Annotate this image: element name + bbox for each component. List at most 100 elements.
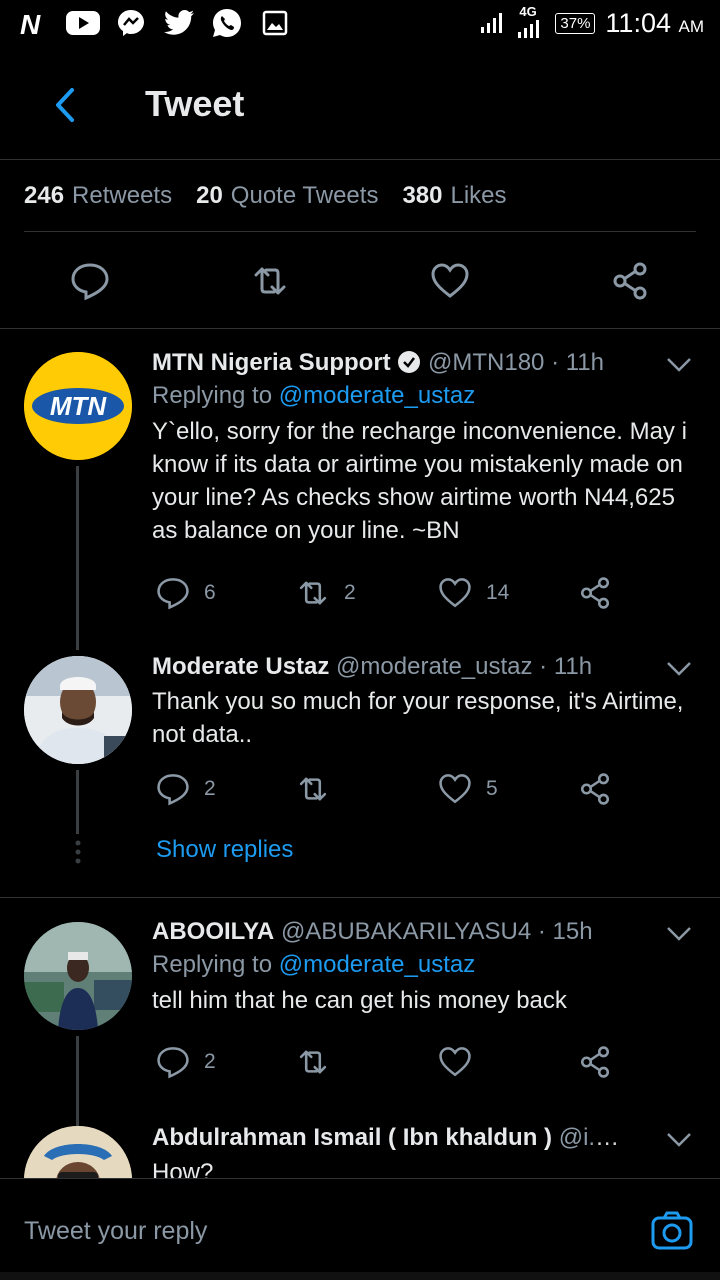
like-button[interactable]: 5	[438, 772, 498, 806]
thread-line	[76, 466, 79, 650]
reply-button[interactable]	[70, 261, 110, 301]
handle-timestamp: @moderate_ustaz · 11h	[336, 653, 593, 680]
heart-icon	[439, 774, 471, 804]
avatar[interactable]: MTN	[24, 352, 132, 460]
profile-photo	[24, 656, 132, 764]
tweet-stats: 246 Retweets 20 Quote Tweets 380 Likes	[24, 160, 696, 232]
chevron-down-icon[interactable]	[666, 1131, 692, 1149]
share-button[interactable]	[610, 261, 650, 301]
share-icon	[613, 262, 647, 300]
display-name[interactable]: ABOOILYA	[152, 918, 274, 945]
reply-count: 2	[204, 1050, 216, 1073]
replying-to: Replying to @moderate_ustaz	[152, 951, 476, 978]
reply-action-bar: 6 2 14	[152, 576, 632, 612]
retweet-button[interactable]	[296, 1045, 330, 1079]
retweet-button[interactable]: 2	[296, 576, 356, 610]
display-name[interactable]: Moderate Ustaz	[152, 653, 329, 680]
tweet-text: Thank you so much for your response, it'…	[152, 688, 684, 748]
handle-timestamp: @ABUBAKARILYASU4 · 15h	[280, 918, 593, 945]
retweet-button[interactable]	[296, 772, 344, 806]
thread-line	[76, 1036, 79, 1126]
retweets-stat[interactable]: 246 Retweets	[24, 182, 172, 210]
handle-timestamp: @i... · 3h	[558, 1124, 622, 1151]
tweet-text: Y`ello, sorry for the recharge inconveni…	[152, 418, 687, 544]
likes-stat[interactable]: 380 Likes	[402, 182, 506, 210]
reply-icon	[71, 263, 109, 301]
heart-icon	[439, 578, 471, 608]
retweet-count: 2	[344, 581, 356, 604]
reply-button[interactable]: 2	[156, 1045, 216, 1079]
svg-text:MTN: MTN	[50, 391, 108, 421]
like-button[interactable]	[438, 1045, 472, 1079]
chevron-down-icon[interactable]	[666, 925, 692, 943]
like-count: 14	[486, 581, 510, 604]
retweet-button[interactable]	[250, 261, 290, 301]
tweet-text: tell him that he can get his money back	[152, 987, 567, 1014]
chevron-down-icon[interactable]	[666, 660, 692, 678]
network-4g-indicator: 4G	[515, 4, 545, 40]
netflix-icon: N	[18, 8, 52, 38]
retweet-icon	[254, 267, 286, 295]
profile-photo	[24, 922, 132, 1030]
reply-icon	[157, 1047, 189, 1079]
reply-tweet[interactable]: Moderate Ustaz @moderate_ustaz · 11h Tha…	[152, 651, 697, 751]
like-button[interactable]	[430, 261, 470, 301]
share-button[interactable]	[578, 772, 612, 806]
battery-indicator: 37%	[555, 12, 596, 34]
handle-timestamp: @MTN180 · 11h	[428, 349, 604, 376]
mtn-logo: MTN	[24, 352, 132, 460]
camera-button[interactable]	[650, 1209, 694, 1253]
twitter-bird-icon	[162, 8, 196, 38]
page-title: Tweet	[145, 83, 245, 124]
share-icon	[580, 773, 610, 805]
reply-action-bar: 2	[152, 1045, 632, 1081]
display-name[interactable]: Abdulrahman Ismail ( Ibn khaldun )	[152, 1124, 552, 1151]
reply-count: 2	[204, 777, 216, 800]
back-button[interactable]	[48, 85, 82, 125]
reply-input[interactable]: Tweet your reply	[24, 1217, 207, 1246]
reply-composer[interactable]: Tweet your reply	[0, 1178, 720, 1280]
verified-badge-icon	[398, 351, 421, 373]
chevron-left-icon	[56, 88, 74, 122]
share-icon	[580, 577, 610, 609]
display-name[interactable]: MTN Nigeria Support	[152, 349, 391, 376]
top-app-bar: Tweet	[0, 55, 720, 160]
reply-action-bar: 2 5	[152, 772, 632, 808]
thread-dots-icon	[75, 840, 81, 864]
gallery-icon	[258, 8, 292, 38]
mention-link[interactable]: @moderate_ustaz	[279, 382, 475, 409]
heart-icon	[439, 1047, 471, 1077]
retweet-icon	[299, 777, 327, 801]
heart-icon	[431, 263, 469, 298]
clock: 11:04 AM	[605, 7, 704, 38]
replying-to: Replying to @moderate_ustaz	[152, 382, 476, 409]
reply-button[interactable]: 2	[156, 772, 216, 806]
like-button[interactable]: 14	[438, 576, 509, 610]
reply-count: 6	[204, 581, 216, 604]
avatar[interactable]	[24, 922, 132, 1030]
share-button[interactable]	[578, 576, 612, 610]
tweet-action-bar	[0, 233, 720, 329]
reply-tweet[interactable]: ABOOILYA @ABUBAKARILYASU4 · 15h Replying…	[152, 916, 697, 1017]
like-count: 5	[486, 777, 498, 800]
mention-link[interactable]: @moderate_ustaz	[279, 951, 475, 978]
thread-line	[76, 770, 79, 834]
reply-icon	[157, 774, 189, 806]
reply-icon	[157, 578, 189, 610]
share-button[interactable]	[578, 1045, 612, 1079]
quote-tweets-stat[interactable]: 20 Quote Tweets	[196, 182, 378, 210]
camera-icon	[651, 1211, 693, 1250]
signal-icon	[481, 13, 503, 33]
divider	[0, 897, 720, 898]
messenger-icon	[114, 8, 148, 38]
system-nav-bar	[0, 1272, 720, 1280]
avatar[interactable]	[24, 656, 132, 764]
status-bar: N 4G 37% 11:04 AM	[0, 0, 720, 50]
retweet-icon	[299, 1050, 327, 1074]
chevron-down-icon[interactable]	[666, 356, 692, 374]
share-icon	[580, 1046, 610, 1078]
reply-tweet[interactable]: MTN Nigeria Support @MTN180 · 11h Replyi…	[152, 347, 697, 547]
whatsapp-icon	[210, 8, 244, 38]
show-replies-link[interactable]: Show replies	[156, 836, 293, 864]
reply-button[interactable]: 6	[156, 576, 216, 610]
